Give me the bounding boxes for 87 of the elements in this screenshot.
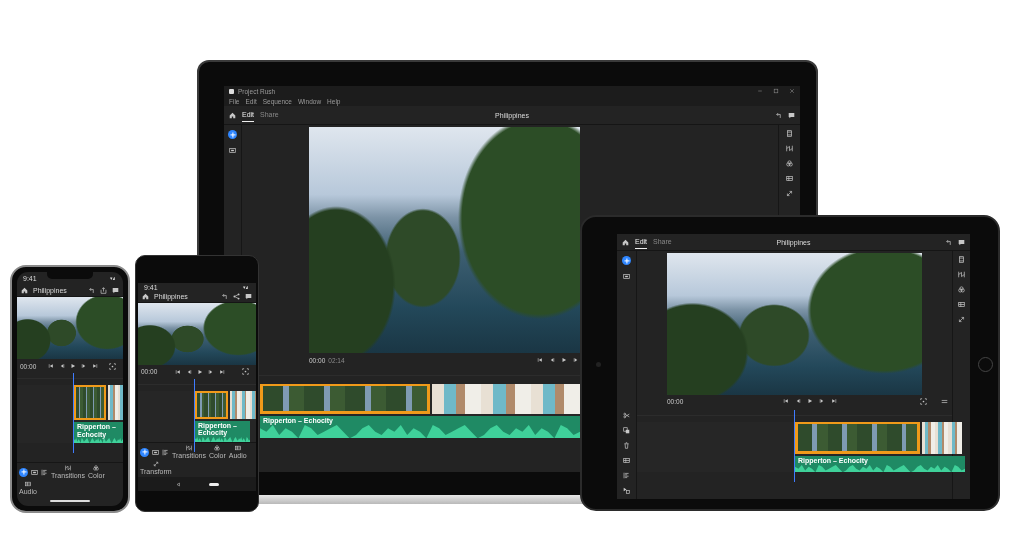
video-clip[interactable]: [432, 384, 582, 414]
voiceover-icon[interactable]: [623, 487, 630, 494]
audio-icon[interactable]: [234, 445, 241, 451]
audio-icon[interactable]: [786, 175, 793, 182]
video-clip[interactable]: [795, 422, 920, 454]
step-back-icon[interactable]: [794, 398, 801, 404]
align-icon[interactable]: [623, 472, 630, 479]
transform-icon[interactable]: [786, 190, 793, 197]
color-icon[interactable]: [958, 286, 965, 293]
home-icon[interactable]: [142, 293, 149, 301]
duplicate-icon[interactable]: [623, 427, 630, 434]
color-icon[interactable]: [93, 465, 100, 471]
add-button[interactable]: [19, 467, 28, 477]
status-icons: [241, 285, 250, 290]
panel-icon[interactable]: [958, 256, 965, 263]
media-icon[interactable]: [31, 468, 38, 476]
undo-icon[interactable]: [945, 238, 952, 246]
align-icon[interactable]: [41, 468, 48, 476]
play-icon[interactable]: [560, 357, 567, 363]
comment-icon[interactable]: [788, 111, 795, 119]
waveform-drawing: [74, 438, 123, 444]
transitions-icon[interactable]: [186, 445, 192, 451]
step-forward-icon[interactable]: [207, 368, 214, 375]
back-icon[interactable]: [175, 481, 181, 487]
transform-icon[interactable]: [958, 316, 965, 323]
notch: [47, 272, 93, 279]
audio-icon[interactable]: [24, 481, 31, 487]
transform-icon[interactable]: [152, 461, 159, 467]
trash-icon[interactable]: [623, 442, 630, 449]
audio-icon[interactable]: [958, 301, 965, 308]
play-icon[interactable]: [69, 363, 76, 369]
step-forward-icon[interactable]: [80, 363, 87, 369]
skip-end-icon[interactable]: [218, 368, 225, 375]
skip-end-icon[interactable]: [830, 398, 837, 404]
comment-icon[interactable]: [245, 293, 252, 301]
skip-start-icon[interactable]: [782, 398, 789, 404]
add-button[interactable]: [140, 447, 149, 457]
step-forward-icon[interactable]: [818, 398, 825, 404]
menu-icon[interactable]: [941, 397, 948, 405]
home-icon[interactable]: [622, 238, 629, 246]
step-forward-icon[interactable]: [572, 357, 579, 363]
video-clip[interactable]: [260, 384, 430, 414]
video-clip[interactable]: [195, 390, 228, 419]
home-button[interactable]: [208, 482, 219, 486]
color-icon[interactable]: [214, 445, 221, 451]
step-back-icon[interactable]: [548, 357, 555, 363]
play-icon[interactable]: [196, 368, 203, 375]
undo-icon[interactable]: [221, 293, 228, 301]
video-clip[interactable]: [74, 385, 106, 420]
play-icon[interactable]: [806, 398, 813, 404]
media-icon[interactable]: [229, 147, 236, 154]
media-icon[interactable]: [623, 273, 630, 280]
comment-icon[interactable]: [958, 238, 965, 246]
scissors-icon[interactable]: [623, 412, 630, 419]
fullscreen-icon[interactable]: [920, 397, 927, 405]
close-icon[interactable]: [789, 88, 795, 94]
add-button[interactable]: [622, 256, 631, 265]
home-icon[interactable]: [21, 286, 28, 294]
align-icon[interactable]: [162, 448, 169, 456]
skip-start-icon[interactable]: [536, 357, 543, 363]
export-icon[interactable]: [100, 286, 107, 294]
transitions-icon[interactable]: [786, 145, 793, 152]
comment-icon[interactable]: [112, 286, 119, 294]
skip-end-icon[interactable]: [91, 363, 98, 369]
skip-start-icon[interactable]: [47, 363, 54, 369]
transitions-icon[interactable]: [958, 271, 965, 278]
home-icon[interactable]: [229, 111, 236, 119]
add-button[interactable]: [228, 130, 237, 139]
fullscreen-icon[interactable]: [109, 362, 116, 370]
undo-icon[interactable]: [88, 286, 95, 294]
video-clip[interactable]: [922, 422, 962, 454]
fullscreen-icon[interactable]: [242, 368, 249, 376]
step-back-icon[interactable]: [185, 368, 192, 375]
step-back-icon[interactable]: [58, 363, 65, 369]
transitions-icon[interactable]: [65, 465, 71, 471]
layout-icon[interactable]: [623, 457, 630, 464]
media-icon[interactable]: [152, 448, 159, 456]
app-icon: [229, 88, 234, 94]
share-icon[interactable]: [233, 293, 240, 301]
color-icon[interactable]: [786, 160, 793, 167]
panel-icon[interactable]: [786, 130, 793, 137]
undo-icon[interactable]: [775, 111, 782, 119]
skip-start-icon[interactable]: [174, 368, 181, 375]
status-icons: [108, 275, 117, 281]
video-clip[interactable]: [230, 390, 256, 419]
waveform-drawing: [195, 437, 250, 442]
maximize-icon[interactable]: [773, 88, 779, 94]
